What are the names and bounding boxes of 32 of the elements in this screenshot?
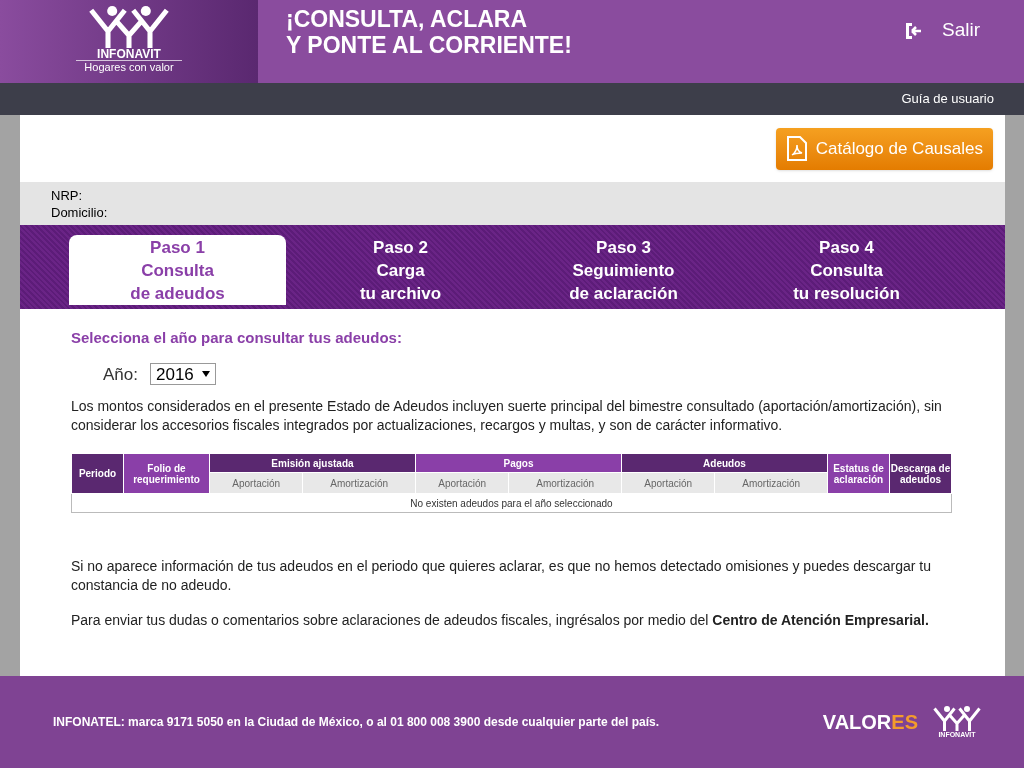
empty-table-message: No existen adeudos para el año seleccionado (71, 493, 952, 513)
step-tab[interactable]: Paso 4 Consulta tu resolución (738, 235, 955, 305)
dropdown-caret-icon (201, 371, 210, 378)
disclaimer-text: Los montos considerados en el presente Estado de Adeudos incluyen suerte principal del bimestre consultado (aportación/amortización), sin considerar los accesorios fiscales integrados por actualizaciones, recargos y multas, y son de carácter informativo. (71, 397, 943, 435)
column-group-header: Adeudos (621, 453, 828, 473)
column-header: Estatus de aclaración (827, 453, 890, 494)
houses-logo-icon (932, 706, 982, 731)
step-tab[interactable]: Paso 2 Carga tu archivo (292, 235, 509, 305)
info-label: NRP: (51, 186, 84, 204)
logo-tagline: Hogares con valor (76, 60, 182, 75)
footer-text: INFONATEL: marca 9171 5050 en la Ciudad de México, o al 01 800 008 3900 desde cualquier parte del país. (53, 714, 661, 731)
section-heading: Selecciona el año para consultar tus adeudos: (71, 328, 403, 348)
column-header: Periodo (71, 453, 124, 494)
logo-text: INFONAVIT (97, 48, 161, 61)
column-header: Descarga de adeudos (889, 453, 952, 494)
user-guide-link[interactable]: Guía de usuario (901, 89, 994, 109)
logout-button[interactable]: Salir (904, 0, 1024, 83)
column-group-header: Pagos (415, 453, 622, 473)
headline: Y PONTE AL CORRIENTE! (286, 32, 572, 58)
column-group-header: Emisión ajustada (209, 453, 416, 473)
note-text: Para enviar tus dudas o comentarios sobre aclaraciones de adeudos fiscales, ingrésalos por medio del Centro de Atención Empresarial. (71, 611, 930, 630)
step-tab[interactable]: Paso 3 Seguimiento de aclaración (515, 235, 732, 305)
step-tab[interactable]: Paso 1 Consulta de adeudos (69, 235, 286, 305)
column-header: Folio de requerimiento (123, 453, 210, 494)
brand-values-text: VALORES (822, 710, 918, 735)
year-dropdown[interactable]: 2016 (150, 363, 216, 386)
pdf-file-icon (785, 135, 808, 162)
year-label: Año: (103, 363, 138, 386)
note-text: Si no aparece información de tus adeudos en el periodo que quieres aclarar, es que no hemos detectado omisiones y puedes descargar tu constancia de no adeudo. (71, 557, 932, 595)
logout-icon (904, 21, 922, 40)
info-label: Domicilio: (51, 203, 109, 221)
headline: ¡CONSULTA, ACLARA (286, 6, 529, 32)
